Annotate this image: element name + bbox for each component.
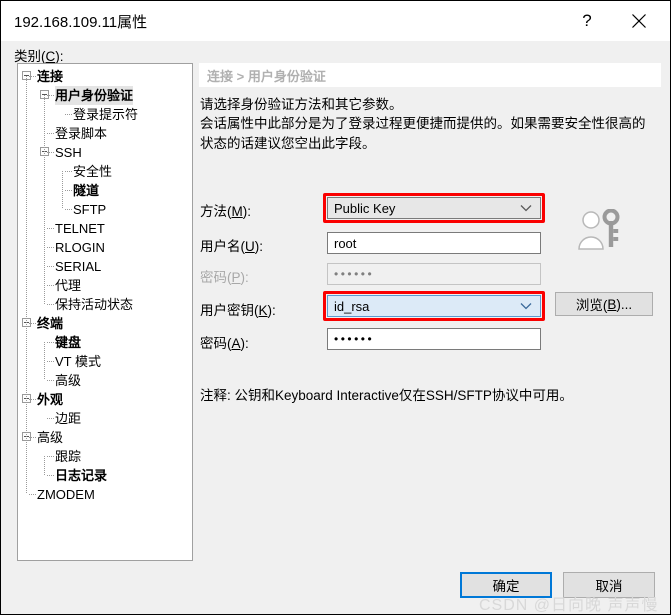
- userkey-value: id_rsa: [334, 298, 370, 314]
- tree-guide-line: [29, 437, 36, 438]
- tree-item-22[interactable]: ZMODEM: [18, 485, 192, 504]
- passphrase-input[interactable]: ••••••: [327, 328, 541, 350]
- tree-item-label: 跟踪: [55, 449, 82, 464]
- tree-guide-line: [65, 190, 72, 191]
- tree-guide-line: [47, 475, 54, 476]
- breadcrumb: 连接 > 用户身份验证: [207, 68, 326, 84]
- tree-guide-line: [44, 456, 45, 475]
- chevron-down-icon: [520, 205, 532, 212]
- tree-item-label: SFTP: [73, 202, 107, 217]
- tree-item-label: 连接: [37, 69, 64, 84]
- tree-guide-line: [29, 494, 36, 495]
- tree-item-label: SSH: [55, 145, 82, 160]
- tree-item-label: 高级: [55, 373, 82, 388]
- tree-item-label: 高级: [37, 430, 64, 445]
- tree-guide-line: [47, 380, 54, 381]
- tree-item-label: 登录脚本: [55, 126, 108, 141]
- username-value: root: [334, 235, 357, 251]
- tree-item-label: 边距: [55, 411, 82, 426]
- description-line-1: 请选择身份验证方法和其它参数。: [200, 97, 403, 112]
- tree-guide-line: [65, 171, 72, 172]
- description-line-2: 会话属性中此部分是为了登录过程更便捷而提供的。如果需要安全性很高的状态的话建议您…: [200, 116, 646, 151]
- breadcrumb-bar: 连接 > 用户身份验证: [199, 63, 661, 87]
- tree-item-0[interactable]: 连接: [18, 67, 192, 86]
- tree-guide-line: [47, 95, 54, 96]
- tree-guide-line: [47, 285, 54, 286]
- window-title: 192.168.109.11属性: [14, 13, 148, 31]
- category-tree[interactable]: 连接用户身份验证登录提示符登录脚本 SSH 安全性隧道 SFTP TELNET RLOGI…: [17, 63, 193, 561]
- tree-guide-line: [47, 247, 54, 248]
- tree-guide-line: [47, 418, 54, 419]
- tree-item-label: 用户身份验证: [55, 86, 134, 105]
- tree-guide-line: [62, 171, 63, 209]
- title-bar: 192.168.109.11属性 ?: [1, 1, 670, 41]
- method-label: 方法(M):: [200, 204, 251, 219]
- tree-guide-line: [44, 342, 45, 380]
- tree-guide-line: [47, 361, 54, 362]
- tree-item-13[interactable]: 终端: [18, 314, 192, 333]
- tree-item-label: 登录提示符: [73, 107, 139, 122]
- method-value: Public Key: [334, 200, 396, 216]
- category-label-accel: C: [45, 49, 56, 64]
- browse-button[interactable]: 浏览(B)...: [555, 292, 653, 316]
- tree-item-label: RLOGIN: [55, 240, 105, 255]
- tree-guide-line: [65, 114, 72, 115]
- tree-guide-line: [29, 399, 36, 400]
- passphrase-label: 密码(A):: [200, 336, 249, 351]
- tree-item-18[interactable]: 边距: [18, 409, 192, 428]
- tree-item-label: 终端: [37, 316, 64, 331]
- tree-item-19[interactable]: 高级: [18, 428, 192, 447]
- close-icon: [632, 14, 646, 28]
- tree-item-label: 保持活动状态: [55, 297, 134, 312]
- tree-guide-line: [47, 266, 54, 267]
- passphrase-value: ••••••: [334, 332, 375, 346]
- tree-guide-line: [47, 456, 54, 457]
- tree-item-label: 外观: [37, 392, 64, 407]
- tree-guide-line: [29, 323, 36, 324]
- password-value: ••••••: [334, 267, 375, 281]
- watermark: CSDN @日向晚 声声慢: [479, 597, 659, 614]
- tree-guide-line: [26, 76, 27, 494]
- category-tree-items: 连接用户身份验证登录提示符登录脚本 SSH 安全性隧道 SFTP TELNET RLOGI…: [18, 64, 192, 504]
- password-label: 密码(P):: [200, 270, 249, 285]
- question-mark-icon: ?: [582, 11, 592, 30]
- tree-item-label: 键盘: [55, 335, 82, 350]
- tree-guide-line: [47, 133, 54, 134]
- user-key-icon: [578, 209, 620, 250]
- tree-guide-line: [47, 228, 54, 229]
- tree-item-label: 安全性: [73, 164, 113, 179]
- userkey-label: 用户密钥(K):: [200, 303, 276, 318]
- category-label-prefix: 类别(: [14, 49, 46, 64]
- tree-guide-line: [29, 76, 36, 77]
- tree-item-label: 隧道: [73, 183, 100, 198]
- close-button[interactable]: [616, 1, 662, 41]
- tree-guide-line: [47, 342, 54, 343]
- password-input: ••••••: [327, 263, 541, 285]
- username-label: 用户名(U):: [200, 239, 263, 254]
- help-button[interactable]: ?: [564, 1, 610, 41]
- category-label-suffix: ):: [55, 49, 64, 64]
- tree-guide-line: [65, 209, 72, 210]
- tree-item-label: ZMODEM: [37, 487, 95, 502]
- note-text: 注释: 公钥和Keyboard Interactive仅在SSH/SFTP协议中…: [200, 388, 573, 403]
- tree-item-label: 日志记录: [55, 468, 108, 483]
- tree-item-label: 代理: [55, 278, 82, 293]
- properties-dialog: 192.168.109.11属性 ? 类别(C): 连接用户身份验证登录提示符登…: [0, 0, 671, 615]
- method-combobox[interactable]: Public Key: [327, 197, 541, 219]
- tree-item-label: VT 模式: [55, 354, 101, 369]
- tree-guide-line: [44, 95, 45, 304]
- tree-item-label: TELNET: [55, 221, 105, 236]
- username-input[interactable]: root: [327, 232, 541, 254]
- userkey-combobox[interactable]: id_rsa: [327, 295, 541, 317]
- tree-guide-line: [47, 152, 54, 153]
- category-label: 类别(C):: [14, 45, 64, 65]
- tree-item-17[interactable]: 外观: [18, 390, 192, 409]
- tree-item-label: SERIAL: [55, 259, 102, 274]
- chevron-down-icon: [520, 303, 532, 310]
- tree-guide-line: [47, 304, 54, 305]
